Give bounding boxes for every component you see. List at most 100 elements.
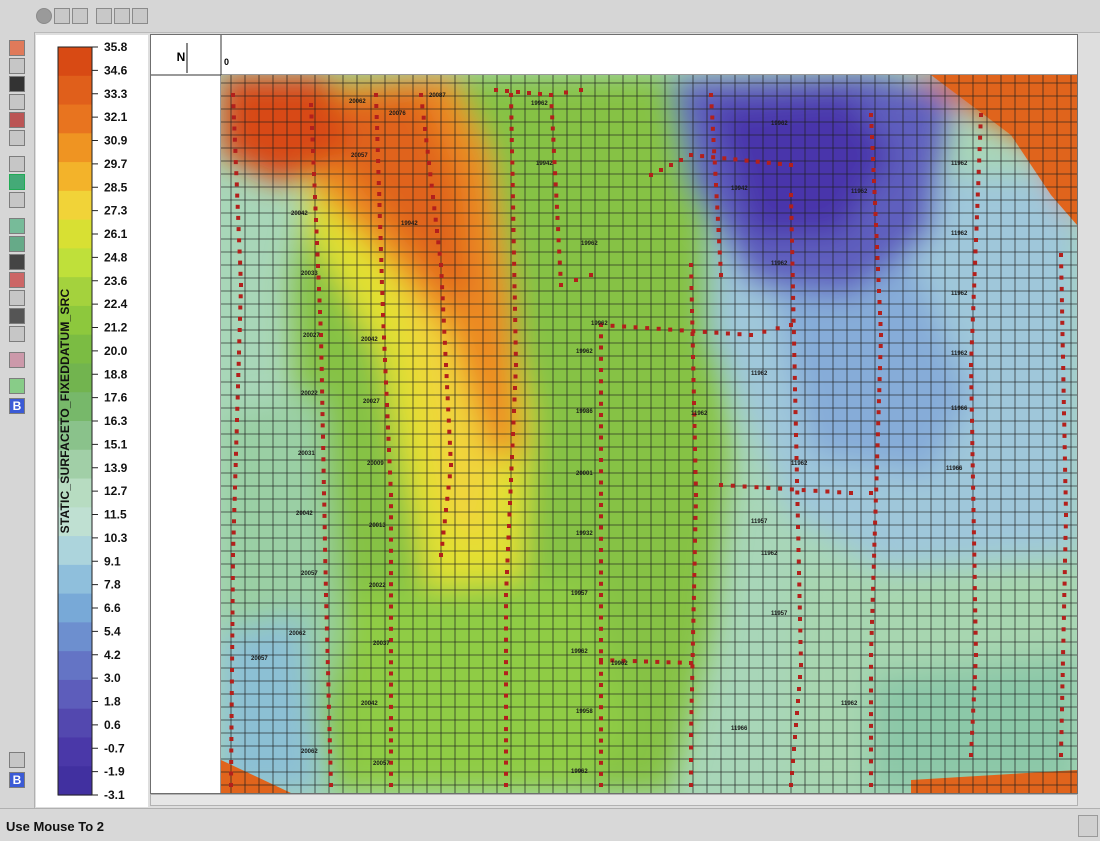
legend-title: STATIC_SURFACETO_FIXEDDATUM_SRC (58, 288, 72, 534)
colormap-icon[interactable] (9, 174, 25, 190)
survey-station-dot (1064, 513, 1068, 517)
legend-tick-label: 13.9 (104, 461, 128, 475)
survey-station-dot (557, 249, 562, 254)
survey-station-dot (504, 593, 508, 597)
survey-station-dot (445, 385, 450, 390)
survey-station-dot (875, 443, 880, 448)
survey-station-dot (599, 771, 603, 776)
contour-icon[interactable] (72, 8, 88, 24)
survey-station-dot (870, 597, 875, 602)
survey-station-dot (1061, 650, 1066, 655)
survey-station-dot (797, 571, 801, 575)
settings-icon[interactable] (9, 326, 25, 342)
gradient-icon[interactable] (9, 308, 25, 324)
layer-icon[interactable] (9, 40, 25, 56)
survey-station-dot (976, 169, 981, 174)
survey-station-dot (511, 216, 516, 221)
survey-station-dot (691, 630, 696, 635)
survey-station-dot (321, 480, 326, 484)
survey-station-dot (511, 420, 516, 425)
export-icon[interactable] (9, 378, 25, 394)
monitor-icon[interactable] (9, 76, 25, 92)
survey-station-dot (319, 355, 324, 360)
survey-station-dot (789, 163, 793, 167)
survey-station-dot (432, 206, 437, 211)
survey-station-dot (717, 239, 722, 244)
status-resize-grip[interactable] (1078, 815, 1098, 837)
legend-tick-label: 7.8 (104, 578, 121, 592)
station-label: 20062 (301, 749, 318, 755)
survey-station-dot (388, 470, 392, 475)
survey-station-dot (599, 356, 603, 361)
survey-station-dot (229, 771, 234, 776)
legend-tick-label: 6.6 (104, 601, 121, 615)
survey-station-dot (389, 515, 393, 520)
station-label: 19962 (581, 241, 598, 247)
survey-station-dot (237, 339, 242, 344)
survey-station-dot (236, 227, 241, 232)
mesh-icon[interactable] (9, 236, 25, 252)
pattern-icon[interactable] (9, 352, 25, 368)
bold-b-icon-bottom[interactable]: B (9, 772, 25, 788)
survey-station-dot (229, 725, 234, 730)
survey-station-dot (554, 204, 559, 209)
survey-station-dot (599, 760, 603, 765)
survey-station-dot (510, 183, 515, 187)
survey-station-dot (972, 283, 977, 288)
survey-station-dot (527, 91, 531, 95)
sun-icon[interactable] (9, 192, 25, 208)
pointer-icon[interactable] (9, 58, 25, 74)
dots-icon[interactable] (9, 156, 25, 172)
survey-station-dot (310, 137, 315, 142)
surface-icon[interactable] (9, 218, 25, 234)
survey-station-dot (389, 749, 393, 754)
grid-view-icon[interactable] (54, 8, 70, 24)
survey-station-dot (972, 272, 977, 277)
survey-station-dot (510, 160, 515, 165)
globe-icon[interactable] (36, 8, 52, 24)
station-label: 11962 (761, 551, 778, 557)
survey-station-dot (319, 378, 324, 383)
ruler-icon[interactable] (9, 130, 25, 146)
survey-station-dot (1059, 718, 1064, 723)
survey-station-dot (599, 694, 603, 699)
chart-icon[interactable] (9, 290, 25, 306)
station-label: 11957 (771, 611, 788, 617)
select-icon[interactable] (114, 8, 130, 24)
horizontal-scrollbar[interactable] (150, 794, 1078, 806)
survey-station-dot (622, 324, 627, 329)
survey-station-dot (755, 159, 760, 164)
survey-station-dot (974, 215, 979, 220)
bold-b-icon[interactable]: B (9, 398, 25, 414)
survey-station-dot (233, 485, 237, 490)
zoom-icon[interactable] (96, 8, 112, 24)
map-view[interactable]: N 0 20062 20076 20087 20057 20042 20033 … (150, 34, 1078, 794)
arrow-icon[interactable] (9, 752, 25, 768)
pencil-icon[interactable] (9, 112, 25, 128)
survey-station-dot (749, 333, 753, 337)
list-icon[interactable] (9, 94, 25, 110)
fill-icon[interactable] (9, 254, 25, 270)
survey-station-dot (791, 307, 796, 312)
survey-station-dot (385, 403, 389, 407)
survey-station-dot (775, 326, 780, 331)
static-surface-map[interactable]: N 0 200622007620087200572004220033200272… (151, 35, 1077, 793)
station-label: 11962 (851, 189, 868, 195)
survey-station-dot (419, 93, 423, 97)
survey-station-dot (796, 699, 800, 703)
survey-station-dot (689, 745, 693, 750)
survey-station-dot (849, 491, 853, 495)
survey-station-dot (329, 783, 333, 787)
status-bar: Use Mouse To 2 (0, 808, 1100, 841)
line-icon[interactable] (9, 272, 25, 288)
survey-station-dot (325, 648, 330, 653)
palette-icon[interactable] (132, 8, 148, 24)
survey-station-dot (232, 496, 237, 501)
survey-station-dot (327, 727, 332, 732)
survey-station-dot (376, 170, 381, 174)
survey-station-dot (709, 104, 714, 109)
survey-station-dot (869, 712, 873, 717)
survey-station-dot (378, 236, 383, 240)
survey-station-dot (869, 700, 873, 705)
survey-station-dot (798, 675, 802, 679)
